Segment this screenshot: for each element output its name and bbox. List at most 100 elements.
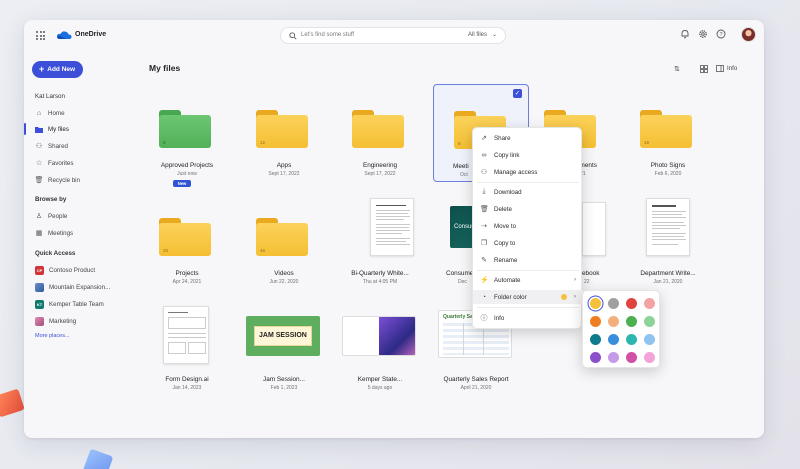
help-icon[interactable]: ? [715, 29, 727, 41]
color-swatch[interactable] [644, 298, 655, 309]
trash-icon: 🗑︎ [480, 206, 489, 213]
color-swatch[interactable] [608, 352, 619, 363]
presentation-thumbnail [342, 316, 416, 356]
quick-access-contoso-product[interactable]: CP Contoso Product [35, 264, 95, 276]
color-swatch[interactable] [590, 316, 601, 327]
file-tile[interactable]: Kemper State... 5 days ago [332, 310, 428, 416]
color-swatch[interactable] [608, 298, 619, 309]
bell-icon[interactable] [679, 29, 691, 41]
view-grid-icon[interactable] [700, 65, 708, 75]
app-launcher-icon[interactable] [36, 31, 45, 40]
folder-icon: 12 [256, 110, 308, 148]
search-filter-dropdown[interactable]: All files [468, 32, 487, 38]
people-icon: ⚇ [35, 143, 43, 150]
menu-item-automate[interactable]: ⚡ Automate › [473, 273, 583, 287]
onedrive-logo-icon [56, 31, 72, 39]
add-new-button[interactable]: + Add New [32, 61, 83, 78]
menu-item-copy-to[interactable]: ❐ Copy to [473, 236, 583, 250]
menu-item-share[interactable]: ⇗ Share [473, 131, 583, 145]
sidebar-item-favorites[interactable]: ☆ Favorites [35, 157, 74, 169]
palette-icon: ◔ [481, 293, 487, 301]
rename-icon: ✎ [481, 257, 487, 264]
sort-icon[interactable]: ⇅ [674, 65, 680, 73]
gear-icon[interactable] [697, 29, 709, 41]
color-swatch[interactable] [590, 298, 601, 309]
color-swatch[interactable] [626, 352, 637, 363]
quick-access-heading: Quick Access [35, 250, 76, 257]
file-date: Just now [177, 171, 197, 177]
sidebar-item-people[interactable]: ♙ People [35, 210, 67, 222]
file-tile[interactable]: 8 Approved Projects Just now New [139, 96, 235, 202]
menu-item-move-to[interactable]: ⇢ Move to [473, 219, 583, 233]
file-date: Sept 17, 2022 [364, 171, 396, 177]
color-swatch[interactable] [644, 334, 655, 345]
file-tile[interactable]: 12 Apps Sept 17, 2022 [236, 96, 332, 202]
sidebar-item-home[interactable]: ⌂ Home [35, 107, 65, 119]
file-tile[interactable]: Form Design.ai Jan 14, 2023 [139, 306, 235, 416]
color-swatch[interactable] [644, 316, 655, 327]
quick-access-label: Contoso Product [49, 266, 96, 274]
sidebar-item-shared[interactable]: ⚇ Shared [35, 140, 68, 152]
app-title[interactable]: OneDrive [75, 31, 106, 38]
trash-icon: 🗑︎ [34, 177, 44, 184]
file-name: Form Design.ai [165, 376, 209, 383]
document-thumbnail [646, 198, 690, 256]
menu-item-download[interactable]: ⤓ Download [473, 185, 583, 199]
file-date: Apr 24, 2021 [172, 279, 202, 285]
color-swatch[interactable] [644, 352, 655, 363]
color-swatch[interactable] [590, 334, 601, 345]
quick-access-label: Kemper Table Team [49, 300, 104, 308]
color-swatch[interactable] [608, 316, 619, 327]
menu-item-copy-link[interactable]: ∞ Copy link [473, 148, 583, 162]
color-swatch[interactable] [626, 334, 637, 345]
info-pane-button[interactable]: Info [716, 65, 737, 72]
sidebar-item-recycle-bin[interactable]: 🗑︎ Recycle bin [35, 174, 80, 186]
search-input[interactable]: Let's find some stuff All files ⌄ [280, 27, 506, 44]
folder-icon: 8 [159, 110, 211, 148]
file-tile[interactable]: 46 Videos Jun 22, 2020 [236, 204, 332, 310]
jam-session-thumbnail: JAM SESSION [246, 316, 320, 356]
file-name: Quarterly Sales Report [443, 376, 509, 383]
calendar-icon: ▦ [35, 230, 43, 237]
file-date: Thu at 4:05 PM [362, 279, 398, 285]
menu-item-manage-access[interactable]: ⚇ Manage access [473, 165, 583, 179]
color-swatch[interactable] [626, 298, 637, 309]
quick-access-mountain-expansion[interactable]: Mountain Expansion... [35, 281, 110, 293]
color-swatch[interactable] [626, 316, 637, 327]
chevron-right-icon: › [574, 277, 576, 283]
menu-divider [477, 182, 579, 183]
people-icon: ⚇ [480, 169, 488, 176]
file-name: Photo Signs [650, 162, 686, 169]
copy-icon: ❐ [480, 240, 488, 247]
menu-item-delete[interactable]: 🗑︎ Delete [473, 202, 583, 216]
menu-item-folder-color[interactable]: ◔ Folder color › [473, 290, 583, 304]
folder-icon [352, 110, 404, 148]
sidebar-item-label: Recycle bin [48, 176, 80, 184]
search-icon [289, 32, 297, 40]
avatar[interactable] [741, 27, 756, 42]
onedrive-window: OneDrive Let's find some stuff All files… [24, 20, 764, 438]
folder-icon: 19 [640, 110, 692, 148]
sidebar-item-my-files[interactable]: My files [35, 123, 69, 135]
more-places-link[interactable]: More places... [35, 333, 70, 339]
quick-access-kemper-table-team[interactable]: KT Kemper Table Team [35, 298, 104, 310]
add-new-label: Add New [47, 66, 76, 73]
home-icon: ⌂ [36, 109, 42, 117]
file-tile[interactable]: Bi-Quarterly White... Thu at 4:05 PM [332, 198, 428, 310]
file-name: Bi-Quarterly White... [351, 270, 409, 277]
site-icon [35, 316, 44, 326]
sidebar-item-meetings[interactable]: ▦ Meetings [35, 227, 73, 239]
file-tile[interactable]: JAM SESSION Jam Session... Feb 1, 2023 [236, 310, 332, 416]
sidebar-user-name: Kat Larson [35, 93, 65, 100]
svg-text:?: ? [719, 32, 722, 38]
file-tile[interactable]: Engineering Sept 17, 2022 [332, 96, 428, 202]
menu-item-info[interactable]: ⓘ Info [473, 311, 583, 325]
file-date: 5 days ago [367, 385, 393, 391]
menu-item-rename[interactable]: ✎ Rename [473, 253, 583, 267]
quick-access-marketing[interactable]: Marketing [35, 315, 76, 327]
color-swatch[interactable] [590, 352, 601, 363]
color-swatch[interactable] [608, 334, 619, 345]
file-tile[interactable]: 19 Photo Signs Feb 6, 2020 [620, 96, 716, 202]
file-tile[interactable]: 33 Projects Apr 24, 2021 [139, 204, 235, 310]
decorative-shape [0, 388, 25, 418]
